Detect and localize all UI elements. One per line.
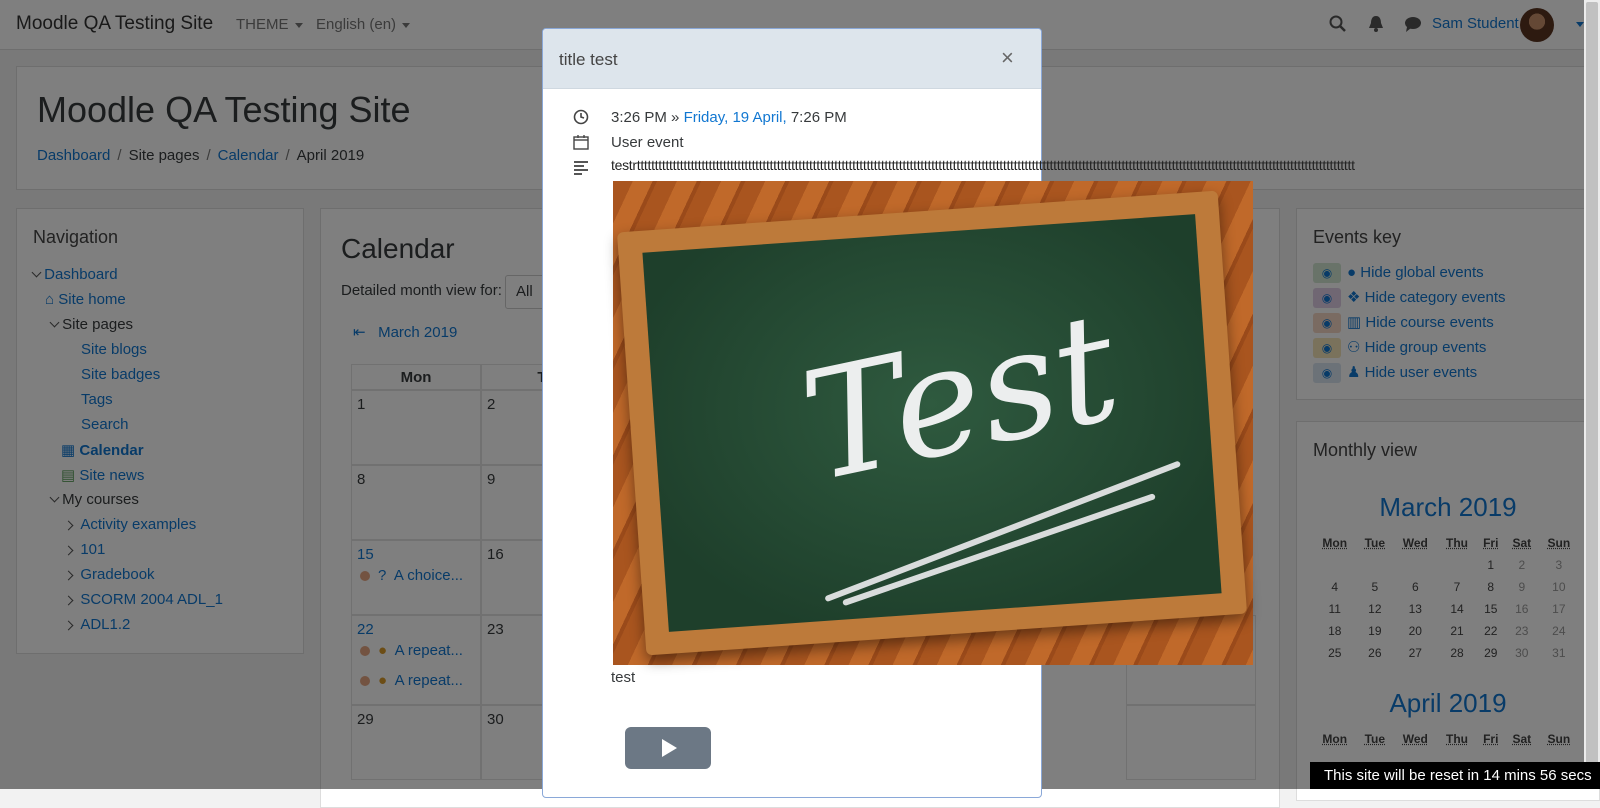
image-caption: test	[611, 669, 635, 686]
event-modal: title test × 3:26 PM » Friday, 19 April,…	[542, 28, 1042, 798]
modal-header: title test ×	[543, 29, 1041, 89]
page-scrollbar[interactable]	[1584, 0, 1600, 789]
event-type: User event	[611, 134, 684, 151]
event-date-link[interactable]: Friday, 19 April,	[684, 109, 787, 126]
chalkboard-text: Test	[789, 280, 1133, 516]
site-reset-banner: This site will be reset in 14 mins 56 se…	[1310, 762, 1600, 789]
chalk-underline	[842, 493, 1156, 606]
scrollbar-thumb[interactable]	[1586, 2, 1598, 787]
event-image: Test	[613, 181, 1253, 665]
clock-icon	[573, 109, 589, 125]
calendar-icon	[573, 134, 589, 150]
time-start: 3:26 PM	[611, 109, 667, 126]
chalkboard-frame: Test	[617, 191, 1247, 656]
event-description: testrttttttttttttttttttttttttttttttttttt…	[611, 157, 1600, 173]
close-icon[interactable]: ×	[1001, 45, 1014, 71]
time-end: 7:26 PM	[791, 109, 847, 126]
video-play-button[interactable]	[625, 727, 711, 769]
modal-title: title test	[559, 50, 618, 70]
event-time: 3:26 PM » Friday, 19 April, 7:26 PM	[611, 109, 847, 126]
play-icon	[662, 739, 677, 757]
time-separator: »	[671, 109, 679, 126]
align-left-icon	[573, 159, 589, 175]
chalkboard-surface: Test	[642, 214, 1221, 632]
